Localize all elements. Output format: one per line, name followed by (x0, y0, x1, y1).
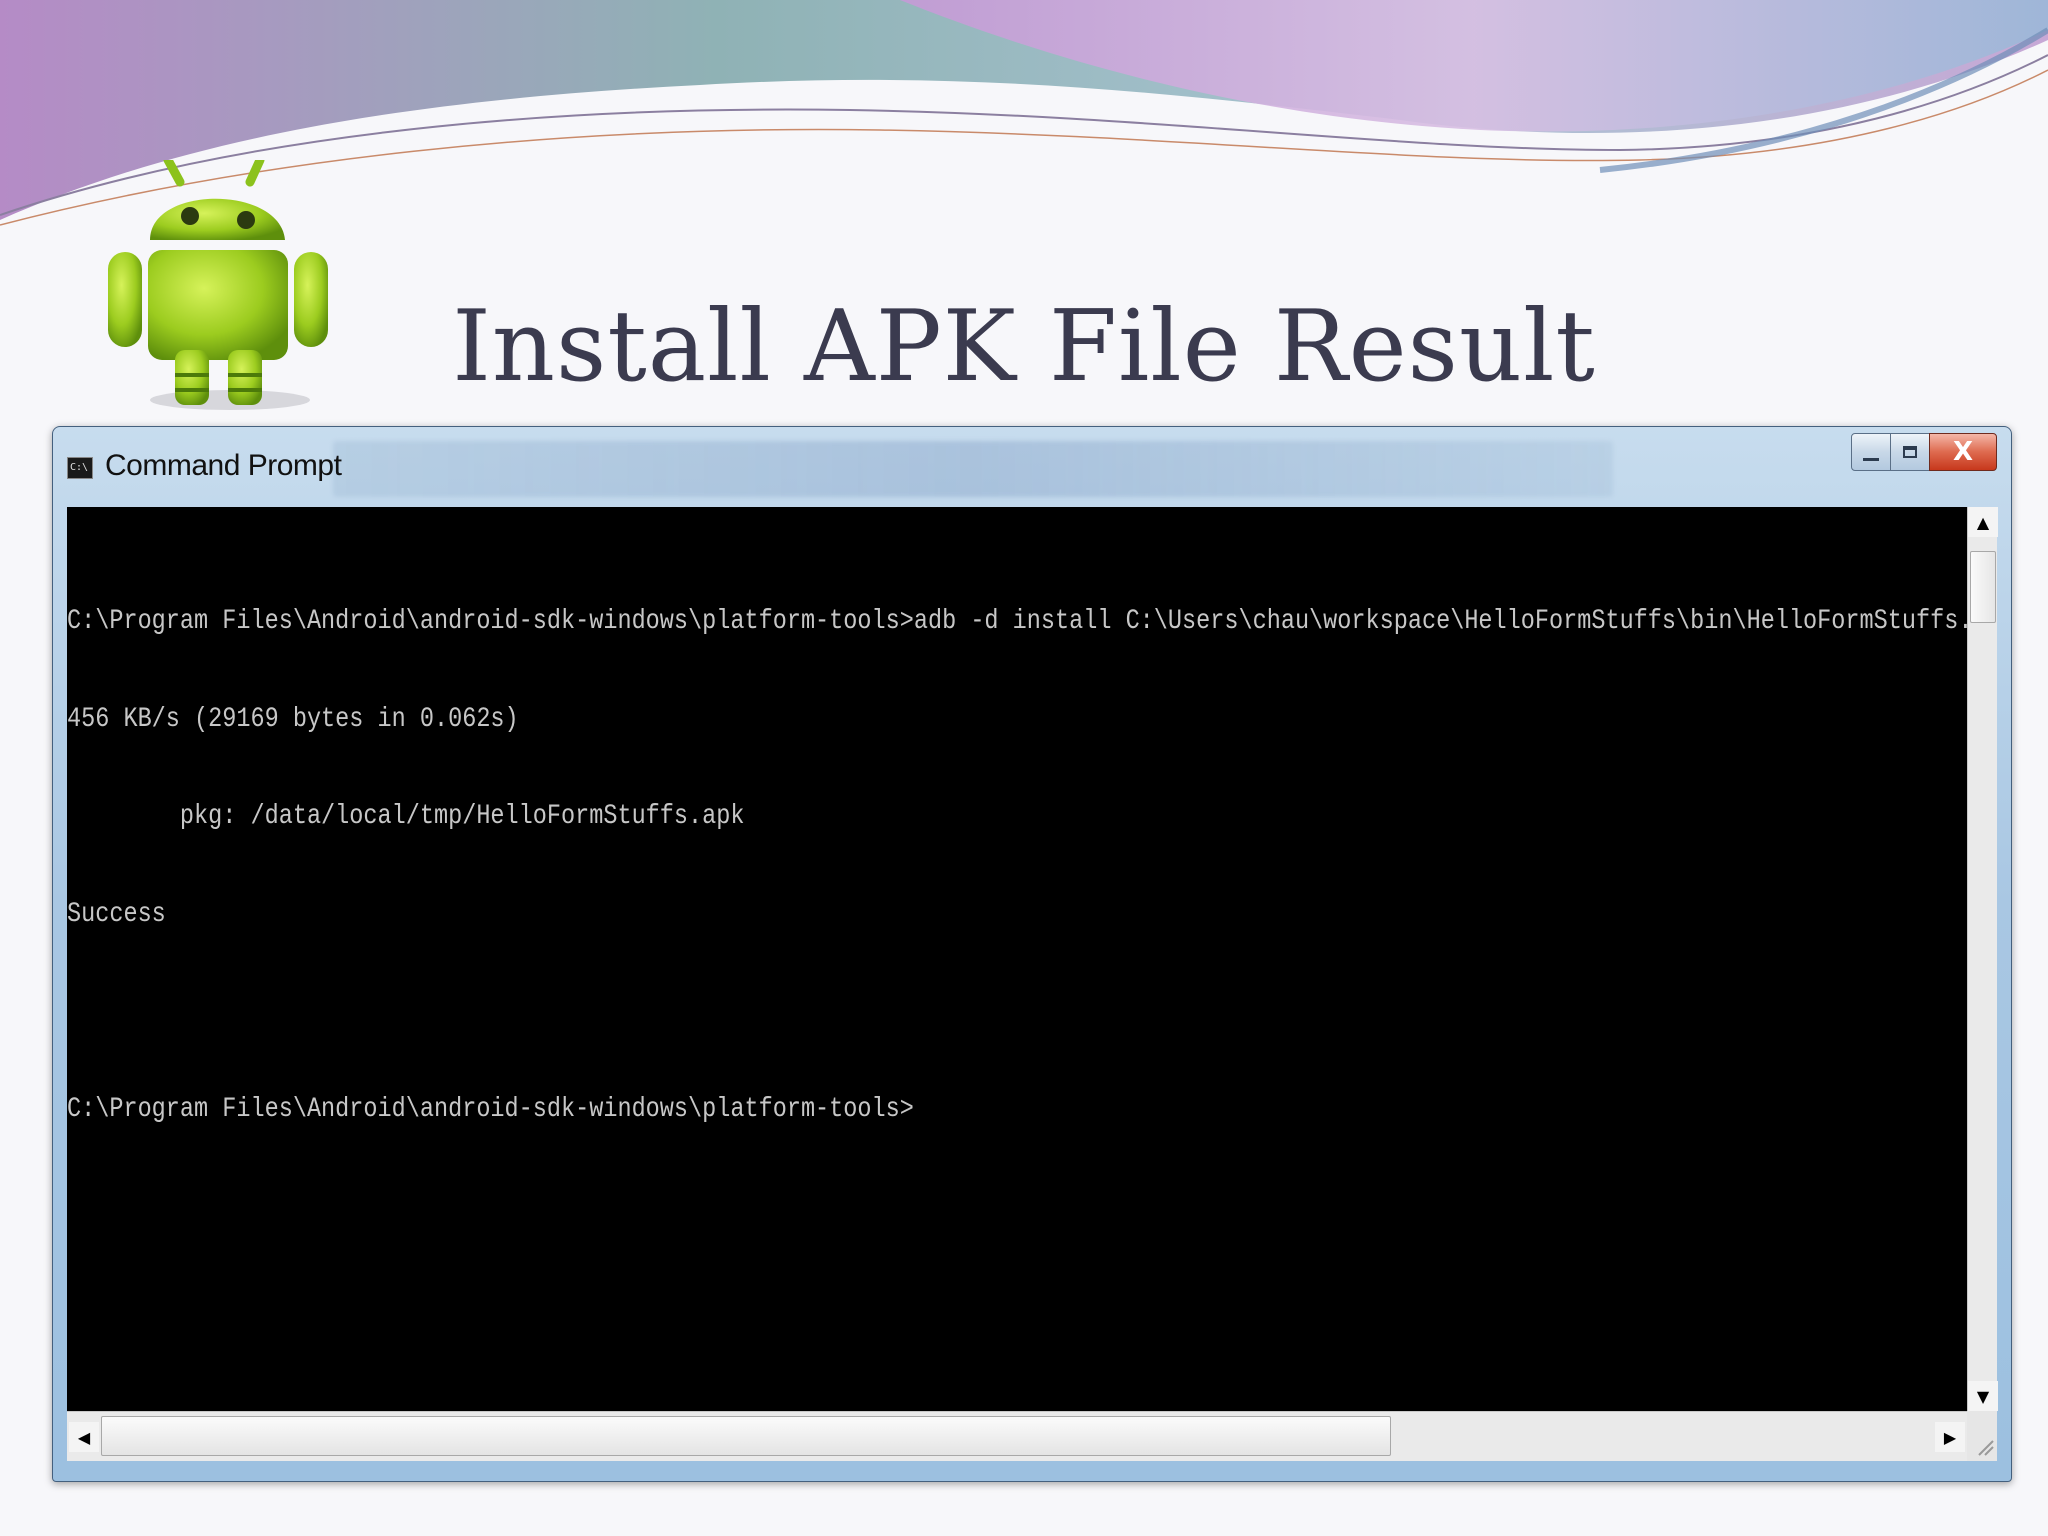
scroll-right-arrow-icon[interactable]: ▶ (1935, 1422, 1965, 1452)
console-line: pkg: /data/local/tmp/HelloFormStuffs.apk (67, 801, 745, 832)
close-button[interactable]: X (1929, 433, 1997, 471)
title-bar-glass (333, 441, 1613, 497)
vertical-scrollbar[interactable]: ▲ ▼ (1967, 507, 1998, 1411)
console-lines: C:\Program Files\Android\android-sdk-win… (67, 541, 1967, 1191)
horizontal-scrollbar[interactable]: ◀ ▶ (67, 1411, 1967, 1461)
minimize-icon (1863, 457, 1879, 461)
command-prompt-icon[interactable]: C:\ (67, 457, 93, 479)
console-line: 456 KB/s (29169 bytes in 0.062s) (67, 703, 519, 735)
console-output[interactable]: C:\Program Files\Android\android-sdk-win… (67, 507, 1967, 1411)
resize-grip-icon[interactable] (1967, 1411, 1997, 1461)
scroll-up-arrow-icon[interactable]: ▲ (1968, 507, 1998, 537)
vertical-scroll-thumb[interactable] (1970, 551, 1996, 623)
window-title: Command Prompt (105, 449, 342, 482)
console-line: C:\Program Files\Android\android-sdk-win… (67, 1093, 914, 1125)
maximize-button[interactable] (1890, 433, 1930, 471)
console-line: Success (67, 898, 166, 930)
scroll-left-arrow-icon[interactable]: ◀ (69, 1422, 99, 1452)
minimize-button[interactable] (1851, 433, 1891, 471)
slide-title: Install APK File Result (452, 290, 1596, 404)
window-controls: X (1851, 433, 1997, 473)
window-title-bar[interactable]: C:\ Command Prompt X (53, 427, 2011, 505)
scroll-down-arrow-icon[interactable]: ▼ (1968, 1381, 1998, 1411)
maximize-icon (1903, 446, 1917, 458)
command-prompt-window[interactable]: C:\ Command Prompt X C:\Program Files\An… (52, 426, 2012, 1482)
console-line: C:\Program Files\Android\android-sdk-win… (67, 606, 1967, 637)
horizontal-scroll-thumb[interactable] (101, 1416, 1391, 1456)
